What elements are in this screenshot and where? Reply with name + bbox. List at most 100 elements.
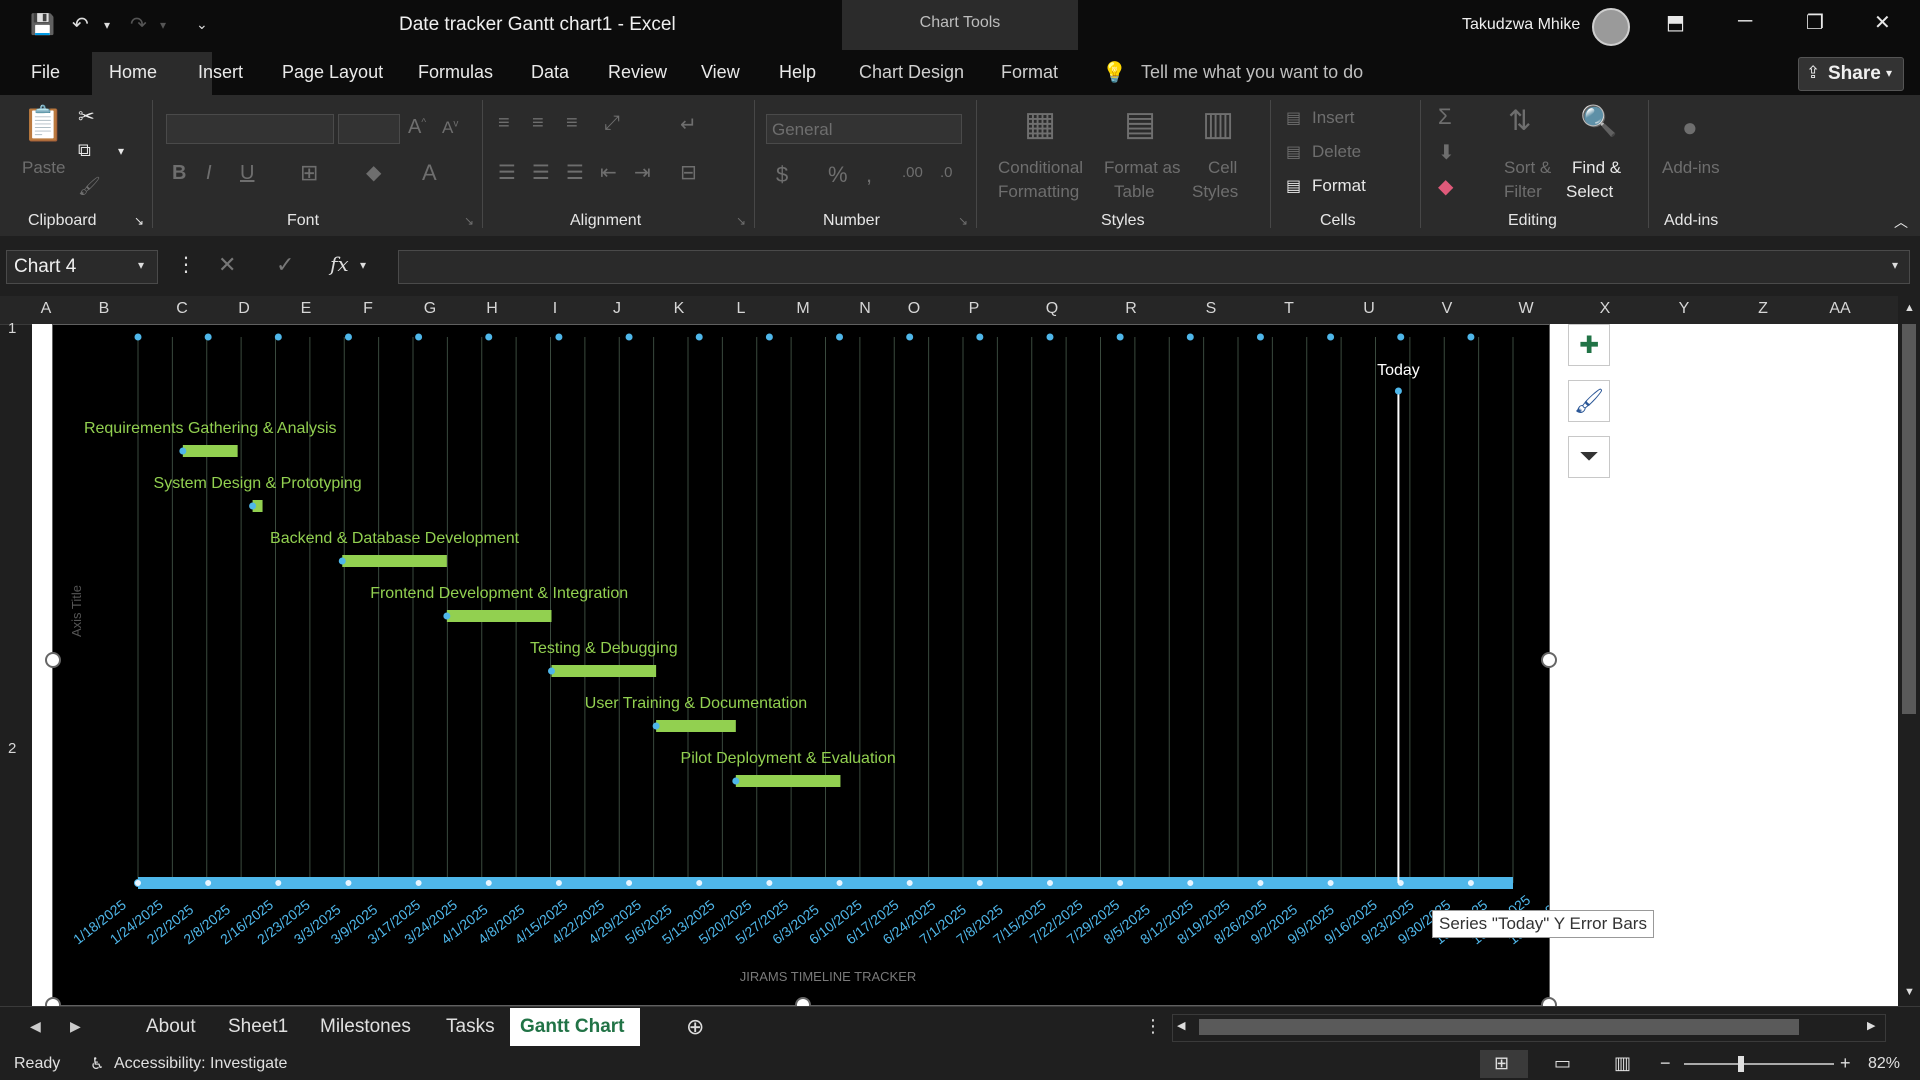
- conditional-formatting-label-1[interactable]: Conditional: [998, 158, 1083, 178]
- paste-label[interactable]: Paste: [22, 158, 65, 178]
- merge-center-icon[interactable]: ⊟: [680, 160, 697, 185]
- tab-help[interactable]: Help: [779, 62, 816, 83]
- column-header-p[interactable]: P: [954, 300, 994, 318]
- alignment-launcher-icon[interactable]: ↘: [736, 214, 746, 228]
- tab-home[interactable]: Home: [109, 62, 157, 83]
- expand-formula-icon[interactable]: ▾: [1892, 258, 1898, 272]
- column-header-v[interactable]: V: [1427, 300, 1467, 318]
- delete-cells-label[interactable]: Delete: [1312, 142, 1361, 162]
- find-select-label-2[interactable]: Select: [1566, 182, 1613, 202]
- find-select-icon[interactable]: 🔍: [1580, 104, 1617, 139]
- copy-dropdown-icon[interactable]: ▾: [118, 144, 124, 158]
- tab-page-layout[interactable]: Page Layout: [282, 62, 383, 83]
- column-header-o[interactable]: O: [894, 300, 934, 318]
- font-name-box[interactable]: [166, 114, 334, 144]
- scroll-down-icon[interactable]: ▼: [1904, 986, 1915, 998]
- column-header-s[interactable]: S: [1191, 300, 1231, 318]
- insert-cells-icon[interactable]: ▤: [1286, 108, 1301, 128]
- autosum-icon[interactable]: Σ: [1438, 104, 1452, 130]
- avatar[interactable]: [1592, 8, 1630, 46]
- next-sheet-icon[interactable]: ▶: [70, 1018, 81, 1035]
- sheet-options-icon[interactable]: ⋮: [1144, 1016, 1162, 1037]
- name-box-dropdown-icon[interactable]: ▾: [138, 258, 144, 272]
- zoom-out-icon[interactable]: −: [1660, 1053, 1671, 1074]
- close-icon[interactable]: ✕: [1874, 10, 1891, 35]
- cell-styles-icon[interactable]: ▥: [1202, 104, 1234, 144]
- scroll-right-icon[interactable]: ▶: [1867, 1019, 1875, 1032]
- column-header-z[interactable]: Z: [1743, 300, 1783, 318]
- customize-qat-icon[interactable]: ⌄: [196, 16, 208, 33]
- conditional-formatting-icon[interactable]: ▦: [1024, 104, 1056, 144]
- find-select-label-1[interactable]: Find &: [1572, 158, 1621, 178]
- column-header-u[interactable]: U: [1349, 300, 1389, 318]
- undo-dropdown-icon[interactable]: ▾: [104, 18, 110, 32]
- column-header-h[interactable]: H: [472, 300, 512, 318]
- fill-color-icon[interactable]: ◆: [366, 160, 381, 185]
- zoom-in-icon[interactable]: +: [1840, 1053, 1851, 1074]
- decrease-decimal-icon[interactable]: .0: [940, 164, 953, 181]
- sort-filter-label-2[interactable]: Filter: [1504, 182, 1542, 202]
- increase-decimal-icon[interactable]: .00: [902, 164, 923, 181]
- borders-icon[interactable]: ⊞: [300, 160, 318, 186]
- undo-icon[interactable]: ↶: [72, 12, 89, 37]
- insert-cells-label[interactable]: Insert: [1312, 108, 1355, 128]
- tell-me-search[interactable]: Tell me what you want to do: [1141, 62, 1363, 83]
- resize-handle-left[interactable]: [45, 652, 61, 668]
- ribbon-display-icon[interactable]: ⬒: [1666, 10, 1685, 35]
- conditional-formatting-label-2[interactable]: Formatting: [998, 182, 1079, 202]
- collapse-ribbon-icon[interactable]: ︿: [1894, 212, 1908, 232]
- function-dropdown-icon[interactable]: ▾: [360, 258, 366, 272]
- row-header-2[interactable]: 2: [8, 740, 16, 757]
- user-name[interactable]: Takudzwa Mhike: [1462, 16, 1580, 34]
- cut-icon[interactable]: ✂: [78, 104, 95, 129]
- align-left-icon[interactable]: ☰: [498, 160, 516, 185]
- font-size-box[interactable]: [338, 114, 400, 144]
- sheet-tab-sheet1[interactable]: Sheet1: [228, 1016, 288, 1038]
- cell-styles-label-2[interactable]: Styles: [1192, 182, 1238, 202]
- gantt-chart[interactable]: Requirements Gathering & Analysis System …: [52, 324, 1550, 1006]
- scroll-left-icon[interactable]: ◀: [1177, 1019, 1185, 1032]
- percent-icon[interactable]: %: [828, 162, 848, 188]
- prev-sheet-icon[interactable]: ◀: [30, 1018, 41, 1035]
- chart-elements-button[interactable]: ✚: [1568, 324, 1610, 366]
- format-as-table-label-2[interactable]: Table: [1114, 182, 1155, 202]
- resize-handle-right[interactable]: [1541, 652, 1557, 668]
- zoom-slider-thumb[interactable]: [1738, 1056, 1744, 1072]
- tab-view[interactable]: View: [701, 62, 740, 83]
- column-header-g[interactable]: G: [410, 300, 450, 318]
- horizontal-scroll-thumb[interactable]: [1199, 1019, 1799, 1035]
- column-header-k[interactable]: K: [659, 300, 699, 318]
- formula-input[interactable]: [398, 250, 1910, 284]
- currency-icon[interactable]: $: [776, 162, 788, 188]
- format-as-table-icon[interactable]: ▤: [1124, 104, 1156, 144]
- column-header-c[interactable]: C: [162, 300, 202, 318]
- column-header-l[interactable]: L: [721, 300, 761, 318]
- format-cells-icon[interactable]: ▤: [1286, 176, 1301, 196]
- column-header-x[interactable]: X: [1585, 300, 1625, 318]
- more-options-icon[interactable]: ⋮: [176, 252, 196, 277]
- format-painter-icon[interactable]: 🖌: [78, 176, 101, 197]
- column-header-y[interactable]: Y: [1664, 300, 1704, 318]
- clipboard-launcher-icon[interactable]: ↘: [134, 214, 144, 228]
- page-break-view-icon[interactable]: ▥: [1614, 1053, 1631, 1074]
- chart-styles-button[interactable]: 🖌: [1568, 380, 1610, 422]
- bold-icon[interactable]: B: [172, 162, 186, 185]
- zoom-slider[interactable]: [1684, 1063, 1834, 1065]
- share-dropdown-icon[interactable]: ▾: [1886, 66, 1892, 80]
- redo-dropdown-icon[interactable]: ▾: [160, 18, 166, 32]
- format-as-table-label-1[interactable]: Format as: [1104, 158, 1181, 178]
- font-launcher-icon[interactable]: ↘: [464, 214, 474, 228]
- save-icon[interactable]: 💾: [30, 12, 55, 37]
- scroll-up-icon[interactable]: ▲: [1904, 302, 1915, 314]
- sheet-tab-tasks[interactable]: Tasks: [446, 1016, 495, 1038]
- column-header-m[interactable]: M: [783, 300, 823, 318]
- clear-icon[interactable]: ◆: [1438, 174, 1453, 199]
- sheet-tab-about[interactable]: About: [146, 1016, 196, 1038]
- page-layout-view-icon[interactable]: ▭: [1554, 1053, 1571, 1074]
- tab-review[interactable]: Review: [608, 62, 667, 83]
- redo-icon[interactable]: ↷: [130, 12, 147, 37]
- accessibility-status[interactable]: Accessibility: Investigate: [114, 1055, 287, 1073]
- copy-icon[interactable]: ⧉: [78, 140, 91, 161]
- vertical-scrollbar[interactable]: ▲ ▼: [1898, 296, 1920, 1006]
- addins-icon[interactable]: ●: [1682, 112, 1698, 143]
